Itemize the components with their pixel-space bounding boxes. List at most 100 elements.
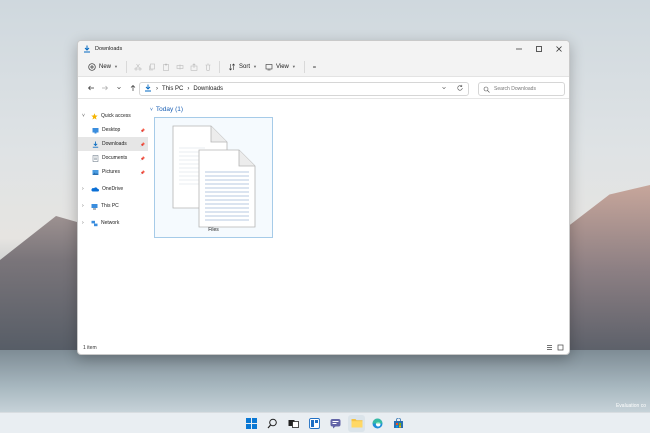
up-button[interactable] xyxy=(126,81,140,95)
recent-locations-button[interactable] xyxy=(112,81,126,95)
large-icons-view-button[interactable] xyxy=(557,344,564,353)
chevron-right-icon[interactable]: › xyxy=(82,186,88,192)
sidebar-item-onedrive[interactable]: › OneDrive xyxy=(78,182,148,196)
chevron-right-icon[interactable]: › xyxy=(82,220,88,226)
chevron-down-icon: ˅ xyxy=(150,106,153,113)
forward-button[interactable] xyxy=(98,81,112,95)
windows-logo-icon xyxy=(246,417,257,429)
address-history-chevron-icon[interactable] xyxy=(440,84,448,94)
details-view-button[interactable] xyxy=(546,344,553,353)
onedrive-icon xyxy=(91,187,99,192)
sort-button-label: Sort xyxy=(238,63,250,70)
new-button[interactable]: New ▼ xyxy=(84,60,122,74)
chevron-down-icon[interactable]: ˅ xyxy=(82,113,88,119)
folder-icon xyxy=(351,419,362,428)
sidebar-item-downloads[interactable]: Downloads 📌 xyxy=(78,137,148,151)
taskbar-search-button[interactable] xyxy=(264,415,281,432)
search-input[interactable]: Search Downloads xyxy=(478,82,565,96)
window-title: Downloads xyxy=(95,46,123,52)
file-explorer-taskbar-button[interactable] xyxy=(348,414,365,432)
sidebar-item-pictures[interactable]: Pictures 📌 xyxy=(78,165,148,179)
status-bar: 1 item xyxy=(78,342,569,354)
chevron-down-icon: ▼ xyxy=(114,64,118,69)
divider xyxy=(303,60,305,73)
file-item-files[interactable]: Files xyxy=(154,117,273,238)
sidebar-item-label: This PC xyxy=(101,203,119,209)
pictures-icon xyxy=(92,169,99,175)
view-button[interactable]: View ▼ xyxy=(261,60,300,74)
details-view-icon xyxy=(547,344,552,350)
sidebar-item-network[interactable]: › Network xyxy=(78,216,148,230)
downloads-icon xyxy=(92,141,99,148)
paste-button[interactable] xyxy=(159,60,173,74)
store-button[interactable] xyxy=(390,415,407,432)
sidebar-item-label: Downloads xyxy=(102,141,127,147)
breadcrumb-separator: › xyxy=(156,86,158,92)
view-button-label: View xyxy=(275,63,289,70)
downloads-icon xyxy=(144,84,152,94)
task-view-icon xyxy=(288,419,299,428)
close-icon xyxy=(556,46,562,52)
command-bar: New ▼ Sort ▼ View ▼ ••• xyxy=(78,57,569,77)
back-button[interactable] xyxy=(84,81,98,95)
maximize-icon xyxy=(536,46,542,52)
more-options-button[interactable]: ••• xyxy=(309,60,320,74)
sidebar-item-documents[interactable]: Documents 📌 xyxy=(78,151,148,165)
network-icon xyxy=(91,220,98,226)
sidebar-item-label: Quick access xyxy=(101,113,131,119)
sidebar-item-label: Documents xyxy=(102,155,128,161)
share-button[interactable] xyxy=(187,60,201,74)
sort-icon xyxy=(228,63,236,70)
arrow-up-icon xyxy=(130,84,136,91)
delete-button[interactable] xyxy=(201,60,215,74)
view-icon xyxy=(265,63,273,70)
title-bar[interactable]: Downloads xyxy=(78,41,569,57)
taskbar xyxy=(0,412,650,433)
file-item-label: Files xyxy=(208,227,219,233)
copy-icon xyxy=(149,63,155,70)
wallpaper-water xyxy=(0,350,650,412)
breadcrumb-separator: › xyxy=(187,86,190,92)
copy-button[interactable] xyxy=(145,60,159,74)
chat-button[interactable] xyxy=(327,415,344,432)
edge-browser-icon xyxy=(372,418,383,428)
minimize-button[interactable] xyxy=(509,41,529,57)
navigation-pane: ˅ Quick access Desktop 📌 Downloads 📌 Doc… xyxy=(78,105,148,342)
rename-icon xyxy=(176,64,184,69)
close-button[interactable] xyxy=(549,41,569,57)
breadcrumb-downloads[interactable]: Downloads xyxy=(193,86,223,92)
cut-button[interactable] xyxy=(131,60,145,74)
search-icon xyxy=(267,418,277,428)
group-header-today[interactable]: ˅ Today (1) xyxy=(150,106,183,113)
sidebar-item-this-pc[interactable]: › This PC xyxy=(78,199,148,213)
edge-button[interactable] xyxy=(369,415,386,432)
wallpaper-hill-right xyxy=(560,185,650,375)
item-count: 1 item xyxy=(83,345,97,351)
arrow-right-icon xyxy=(102,85,108,90)
group-header-label: Today (1) xyxy=(155,106,184,113)
cut-icon xyxy=(134,63,142,70)
task-view-button[interactable] xyxy=(285,415,302,432)
chevron-down-icon: ▼ xyxy=(253,64,257,69)
chat-icon xyxy=(330,418,341,428)
address-bar[interactable]: › This PC › Downloads xyxy=(139,82,469,96)
start-button[interactable] xyxy=(243,415,260,432)
evaluation-watermark: Evaluation co xyxy=(615,403,646,409)
large-icons-view-icon xyxy=(557,344,564,350)
divider xyxy=(218,60,220,73)
sidebar-item-desktop[interactable]: Desktop 📌 xyxy=(78,123,148,137)
delete-icon xyxy=(205,63,211,71)
search-placeholder: Search Downloads xyxy=(494,86,536,92)
rename-button[interactable] xyxy=(173,60,187,74)
widgets-button[interactable] xyxy=(306,415,323,432)
new-button-label: New xyxy=(99,63,112,70)
divider xyxy=(125,60,127,73)
breadcrumb-this-pc[interactable]: This PC xyxy=(162,86,183,92)
sidebar-item-quick-access[interactable]: ˅ Quick access xyxy=(78,109,148,123)
refresh-icon[interactable] xyxy=(456,84,464,94)
chevron-right-icon[interactable]: › xyxy=(82,203,88,209)
arrow-left-icon xyxy=(88,85,94,90)
pin-icon: 📌 xyxy=(140,127,145,133)
sort-button[interactable]: Sort ▼ xyxy=(224,60,261,74)
maximize-button[interactable] xyxy=(529,41,549,57)
